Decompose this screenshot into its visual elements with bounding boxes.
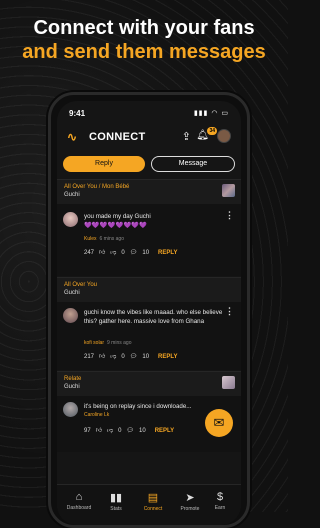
status-bar: 9:41 ▮▮▮ ◠ ▭ (57, 107, 241, 119)
notification-badge: 34 (207, 127, 217, 135)
reply-button[interactable]: REPLY (155, 428, 174, 434)
comment-username[interactable]: kofi solar (84, 340, 104, 346)
nav-label: Dashboard (66, 505, 92, 511)
chat-icon: ▤ (147, 492, 159, 504)
thumbs-up-icon[interactable]: 👍︎ (99, 354, 105, 360)
thumbs-down-icon[interactable]: 👎︎ (107, 428, 113, 434)
tab-bar: Reply Message (63, 156, 235, 172)
nav-label: Earn (214, 505, 226, 511)
nav-label: Connect (143, 506, 163, 512)
comment-actions: 97 👍︎ 👎︎ 0 💬︎ 10 REPLY (84, 426, 179, 434)
song-title[interactable]: All Over You (64, 282, 97, 288)
more-options-icon[interactable]: ⋮ (225, 210, 234, 221)
headline-line-2: and send them messages (22, 41, 266, 63)
comment-time: 9 mins ago (107, 340, 132, 346)
comment-text: guchi know the vibes like maaad. who els… (84, 309, 223, 325)
song-section: All Over You / Mon Bébé Guchi you made m… (57, 179, 241, 276)
home-icon: ⌂ (75, 491, 83, 503)
comment-item: guchi know the vibes like maaad. who els… (57, 302, 241, 370)
comment-actions: 247 👍︎ 👎︎ 0 💬︎ 10 REPLY (84, 248, 183, 256)
tab-message[interactable]: Message (151, 156, 235, 172)
nav-label: Stats (110, 506, 122, 512)
app-bar: ∿ CONNECT ⇪ 🔔︎ 34 (57, 125, 241, 149)
comment-text: you made my day Guchi 💜💜💜💜💜💜💜💜 (84, 212, 227, 230)
nav-label: Promote (180, 506, 200, 512)
commenter-avatar[interactable] (63, 212, 78, 227)
page-title: CONNECT (89, 131, 146, 143)
song-title[interactable]: All Over You / Mon Bébé (64, 184, 129, 190)
reply-count: 10 (139, 428, 146, 434)
like-count: 97 (84, 428, 91, 434)
dollar-icon: $ (216, 491, 224, 503)
reply-count: 10 (142, 354, 150, 360)
like-count: 217 (84, 354, 95, 360)
avatar[interactable] (217, 129, 231, 143)
song-title[interactable]: Relate (64, 376, 81, 382)
comment-item: you made my day Guchi 💜💜💜💜💜💜💜💜 ⋮ Kulex 6 … (57, 204, 241, 276)
thumbs-down-icon[interactable]: 👎︎ (110, 354, 116, 360)
nav-connect[interactable]: ▤ Connect (135, 491, 171, 512)
comment-actions: 217 👍︎ 👎︎ 0 💬︎ 10 REPLY (84, 352, 183, 360)
comment-bubble-icon[interactable]: 💬︎ (126, 428, 134, 434)
thumbs-down-icon[interactable]: 👎︎ (110, 250, 116, 256)
phone-frame: 9:41 ▮▮▮ ◠ ▭ ∿ CONNECT ⇪ 🔔︎ 34 Reply Mes… (48, 92, 250, 528)
commenter-avatar[interactable] (63, 308, 78, 323)
dislike-count: 0 (121, 354, 125, 360)
artist-name: Guchi (64, 290, 80, 296)
artist-name: Guchi (64, 192, 80, 198)
reply-button[interactable]: REPLY (158, 354, 177, 360)
tab-reply[interactable]: Reply (63, 156, 145, 172)
phone-screen: 9:41 ▮▮▮ ◠ ▭ ∿ CONNECT ⇪ 🔔︎ 34 Reply Mes… (57, 101, 241, 525)
like-count: 247 (84, 250, 95, 256)
dislike-count: 0 (121, 250, 125, 256)
thumbs-up-icon[interactable]: 👍︎ (96, 428, 102, 434)
comment-username[interactable]: Kulex (84, 236, 97, 242)
comment-text: it's being on replay since i downloade..… (84, 403, 192, 410)
bar-chart-icon: ▮▮ (109, 492, 123, 504)
envelope-icon: ✉ (213, 415, 225, 430)
comment-body: you made my day Guchi (84, 213, 151, 220)
more-options-icon[interactable]: ⋮ (225, 306, 234, 317)
status-icons: ▮▮▮ ◠ ▭ (193, 110, 229, 117)
upload-icon[interactable]: ⇪ (182, 130, 191, 143)
bottom-nav: ⌂ Dashboard ▮▮ Stats ▤ Connect ➤ Promote $ Ea… (57, 484, 241, 525)
artist-name: Guchi (64, 384, 80, 390)
song-artwork[interactable] (222, 184, 235, 197)
comment-meta: Caroline Lk (84, 412, 109, 418)
song-section: All Over You Guchi guchi know the vibes … (57, 277, 241, 370)
nav-earn[interactable]: $ Earn (202, 491, 238, 511)
promo-headline: Connect with your fans and send them mes… (0, 16, 288, 64)
comment-meta: kofi solar 9 mins ago (84, 340, 131, 346)
nav-stats[interactable]: ▮▮ Stats (98, 491, 134, 512)
reply-count: 10 (142, 250, 150, 256)
reply-button[interactable]: REPLY (158, 250, 177, 256)
comment-username[interactable]: Caroline Lk (84, 412, 109, 418)
comment-bubble-icon[interactable]: 💬︎ (130, 354, 138, 360)
comment-bubble-icon[interactable]: 💬︎ (130, 250, 138, 256)
dislike-count: 0 (118, 428, 122, 434)
comment-meta: Kulex 6 mins ago (84, 236, 124, 242)
song-artwork[interactable] (222, 376, 235, 389)
headline-line-1: Connect with your fans (33, 17, 255, 39)
thumbs-up-icon[interactable]: 👍︎ (99, 250, 105, 256)
nav-dashboard[interactable]: ⌂ Dashboard (61, 491, 97, 511)
commenter-avatar[interactable] (63, 402, 78, 417)
audiomack-logo-icon: ∿ (67, 130, 78, 144)
compose-message-button[interactable]: ✉ (205, 409, 233, 437)
status-time: 9:41 (69, 109, 86, 118)
comment-time: 6 mins ago (99, 236, 124, 242)
purple-hearts-emoji: 💜💜💜💜💜💜💜💜 (84, 222, 148, 229)
